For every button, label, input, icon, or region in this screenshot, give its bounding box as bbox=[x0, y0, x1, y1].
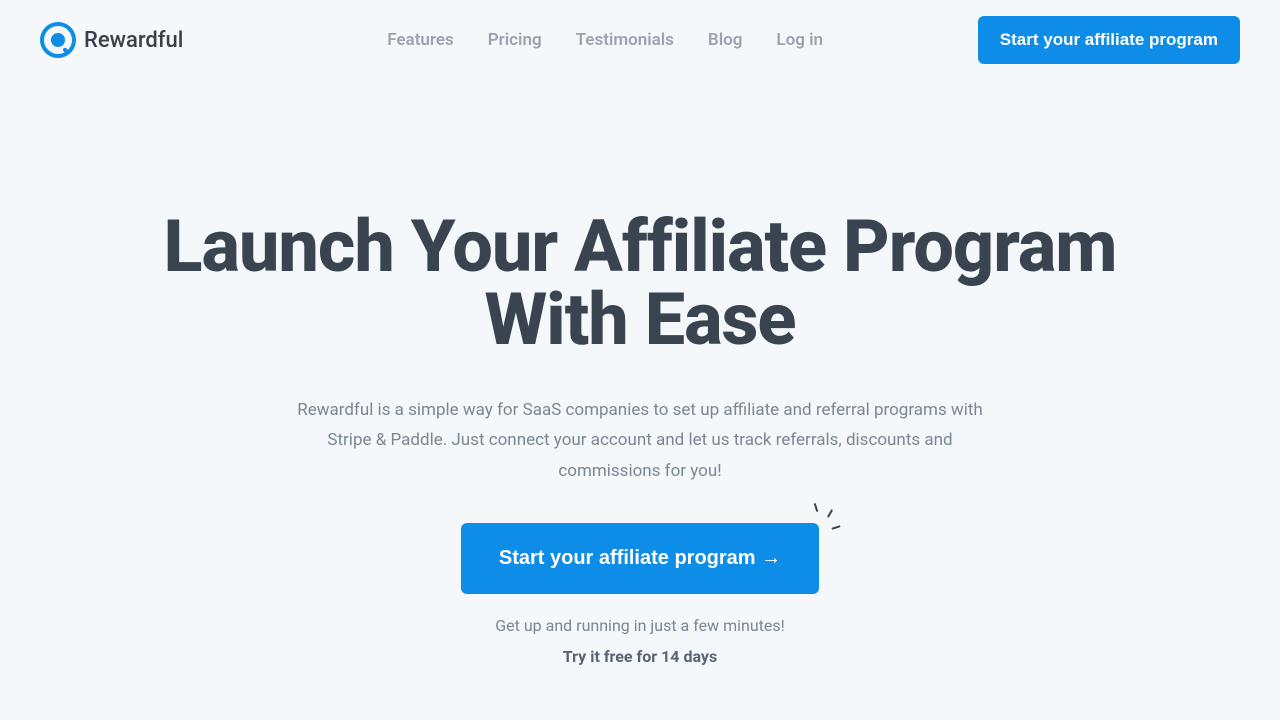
hero-subtitle: Rewardful is a simple way for SaaS compa… bbox=[290, 395, 990, 487]
hero-section: Launch Your Affiliate Program With Ease … bbox=[90, 80, 1190, 706]
logo[interactable]: Rewardful bbox=[40, 22, 183, 58]
rewardful-logo-icon bbox=[40, 22, 76, 58]
nav-features[interactable]: Features bbox=[387, 30, 454, 50]
nav-blog[interactable]: Blog bbox=[708, 30, 743, 50]
header: Rewardful Features Pricing Testimonials … bbox=[0, 0, 1280, 80]
header-cta-button[interactable]: Start your affiliate program bbox=[978, 16, 1240, 64]
nav-login[interactable]: Log in bbox=[776, 30, 823, 50]
nav-testimonials[interactable]: Testimonials bbox=[576, 30, 674, 50]
hero-note-2: Try it free for 14 days bbox=[150, 647, 1130, 666]
hero-cta-wrap: Start your affiliate program → bbox=[461, 523, 819, 594]
hero-title: Launch Your Affiliate Program With Ease bbox=[150, 210, 1130, 357]
hero-note-1: Get up and running in just a few minutes… bbox=[150, 616, 1130, 635]
logo-text: Rewardful bbox=[84, 28, 183, 53]
nav-pricing[interactable]: Pricing bbox=[488, 30, 542, 50]
main-nav: Features Pricing Testimonials Blog Log i… bbox=[387, 30, 823, 50]
hero-cta-button[interactable]: Start your affiliate program → bbox=[461, 523, 819, 594]
